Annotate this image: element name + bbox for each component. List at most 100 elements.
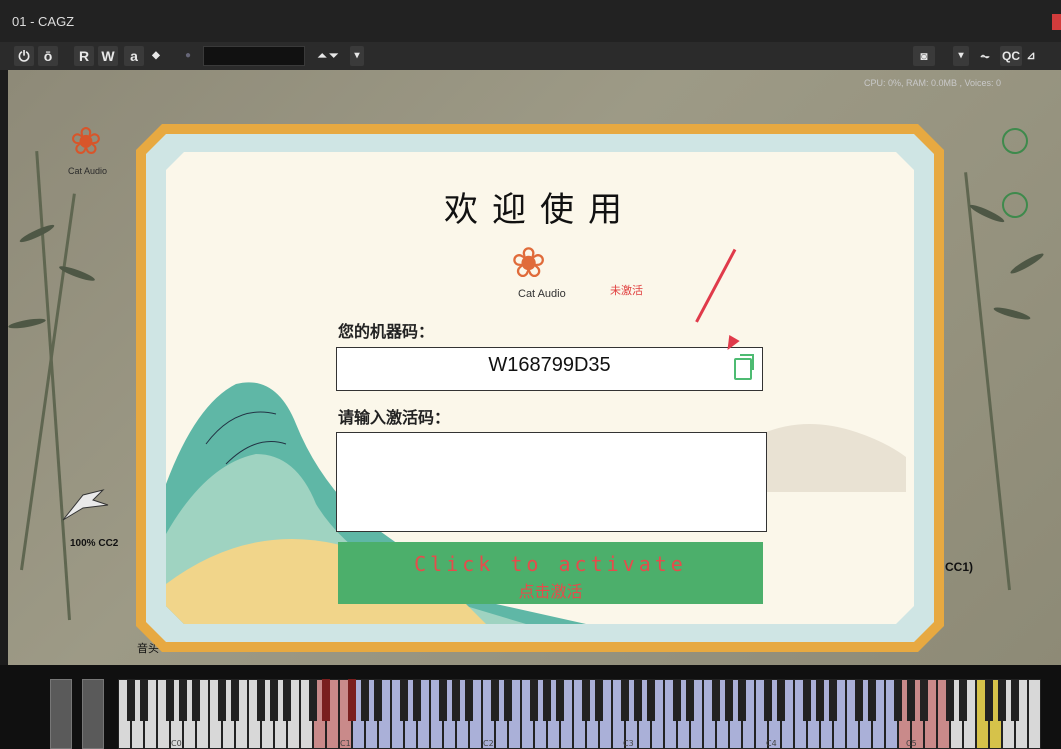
activation-code-input[interactable] [336, 432, 767, 532]
bamboo-leaf [18, 222, 56, 245]
quick-controls-button[interactable]: QC [1000, 46, 1022, 66]
black-key[interactable] [361, 679, 369, 721]
compare-button[interactable]: ō [38, 46, 58, 66]
settings-dropdown[interactable]: ▾ [953, 46, 969, 66]
paw-logo-icon: ❀ [70, 119, 102, 163]
octave-label: C0 [171, 739, 182, 748]
machine-code-value: W168799D35 [488, 354, 611, 376]
black-key[interactable] [582, 679, 590, 721]
black-key[interactable] [270, 679, 278, 721]
black-key[interactable] [179, 679, 187, 721]
close-button[interactable] [1052, 14, 1061, 30]
octave-label: C2 [483, 739, 494, 748]
preset-switch-arrows-icon[interactable]: ⏶ ⏷ [308, 46, 348, 66]
black-key[interactable] [413, 679, 421, 721]
copy-icon[interactable] [734, 358, 752, 380]
black-key[interactable] [1011, 679, 1019, 721]
black-key[interactable] [192, 679, 200, 721]
black-key[interactable] [621, 679, 629, 721]
bamboo-leaf [968, 202, 1006, 225]
black-key[interactable] [400, 679, 408, 721]
dialog-heading: 欢迎使用 [444, 190, 636, 230]
black-key[interactable] [530, 679, 538, 721]
crane-icon [62, 489, 109, 521]
paw-logo-icon: ❀ [511, 238, 547, 287]
black-key[interactable] [465, 679, 473, 721]
black-key[interactable] [322, 679, 330, 721]
black-key[interactable] [829, 679, 837, 721]
read-automation-button[interactable]: R [74, 46, 94, 66]
camera-icon[interactable]: ◙ [913, 46, 935, 66]
black-key[interactable] [127, 679, 135, 721]
brand-label: Cat Audio [68, 166, 108, 176]
preset-menu-dropdown[interactable]: ▾ [350, 46, 364, 66]
black-key[interactable] [868, 679, 876, 721]
black-key[interactable] [283, 679, 291, 721]
bypass-icon[interactable]: ⏦ [974, 46, 996, 66]
black-key[interactable] [907, 679, 915, 721]
black-key[interactable] [738, 679, 746, 721]
preset-name-field[interactable] [203, 46, 305, 66]
black-key[interactable] [894, 679, 902, 721]
machine-code-label: 您的机器码： [338, 322, 435, 341]
black-key[interactable] [816, 679, 824, 721]
bamboo-leaf [1008, 250, 1046, 277]
window-title: 01 - CAGZ [12, 14, 75, 29]
activate-button-label-en: Click to activate [414, 552, 687, 576]
black-key[interactable] [595, 679, 603, 721]
black-key[interactable] [231, 679, 239, 721]
machine-code-field[interactable]: W168799D35 [336, 347, 763, 391]
black-key[interactable] [140, 679, 148, 721]
black-key[interactable] [777, 679, 785, 721]
bamboo-stem [35, 151, 71, 621]
black-key[interactable] [998, 679, 1006, 721]
gear-icon[interactable] [1002, 128, 1028, 154]
title-bar: 01 - CAGZ [0, 0, 1061, 42]
disc-icon[interactable] [1002, 192, 1028, 218]
activation-code-label: 请输入激活码： [338, 408, 451, 427]
black-key[interactable] [309, 679, 317, 721]
black-key[interactable] [634, 679, 642, 721]
dialog-brand: Cat Audio [518, 288, 566, 300]
black-key[interactable] [257, 679, 265, 721]
black-key[interactable] [647, 679, 655, 721]
black-key[interactable] [725, 679, 733, 721]
piano-keyboard[interactable]: C0 C1 C2 C3 C4 C5 [118, 679, 1048, 749]
black-key[interactable] [959, 679, 967, 721]
bamboo-leaf [992, 305, 1032, 322]
preset-indicator-icon: ● [184, 50, 192, 61]
white-key[interactable] [1028, 679, 1041, 749]
black-key[interactable] [374, 679, 382, 721]
octave-label: C4 [766, 739, 777, 748]
black-key[interactable] [803, 679, 811, 721]
a-button[interactable]: a [124, 46, 144, 66]
black-key[interactable] [556, 679, 564, 721]
black-key[interactable] [985, 679, 993, 721]
prev-preset-icon[interactable]: ◆ [148, 46, 164, 66]
octave-label: C3 [623, 739, 634, 748]
bamboo-leaf [7, 316, 47, 331]
pitch-wheel[interactable] [50, 679, 72, 749]
black-key[interactable] [439, 679, 447, 721]
plugin-toolbar: ⏻ ō R W a ◆ ● [0, 42, 1061, 70]
power-button[interactable]: ⏻ [14, 46, 34, 66]
black-key[interactable] [218, 679, 226, 721]
lock-icon[interactable]: ⊿ [1024, 46, 1038, 66]
activate-button[interactable]: Click to activate 点击激活 [338, 542, 763, 604]
black-key[interactable] [166, 679, 174, 721]
black-key[interactable] [686, 679, 694, 721]
black-key[interactable] [855, 679, 863, 721]
black-key[interactable] [920, 679, 928, 721]
black-key[interactable] [504, 679, 512, 721]
black-key[interactable] [491, 679, 499, 721]
write-automation-button[interactable]: W [98, 46, 118, 66]
black-key[interactable] [712, 679, 720, 721]
black-key[interactable] [764, 679, 772, 721]
activation-dialog: 欢迎使用 ❀ Cat Audio 未激活 您的机器码： W168799D35 请… [136, 124, 944, 652]
black-key[interactable] [673, 679, 681, 721]
black-key[interactable] [452, 679, 460, 721]
mod-wheel[interactable] [82, 679, 104, 749]
black-key[interactable] [543, 679, 551, 721]
black-key[interactable] [348, 679, 356, 721]
black-key[interactable] [946, 679, 954, 721]
